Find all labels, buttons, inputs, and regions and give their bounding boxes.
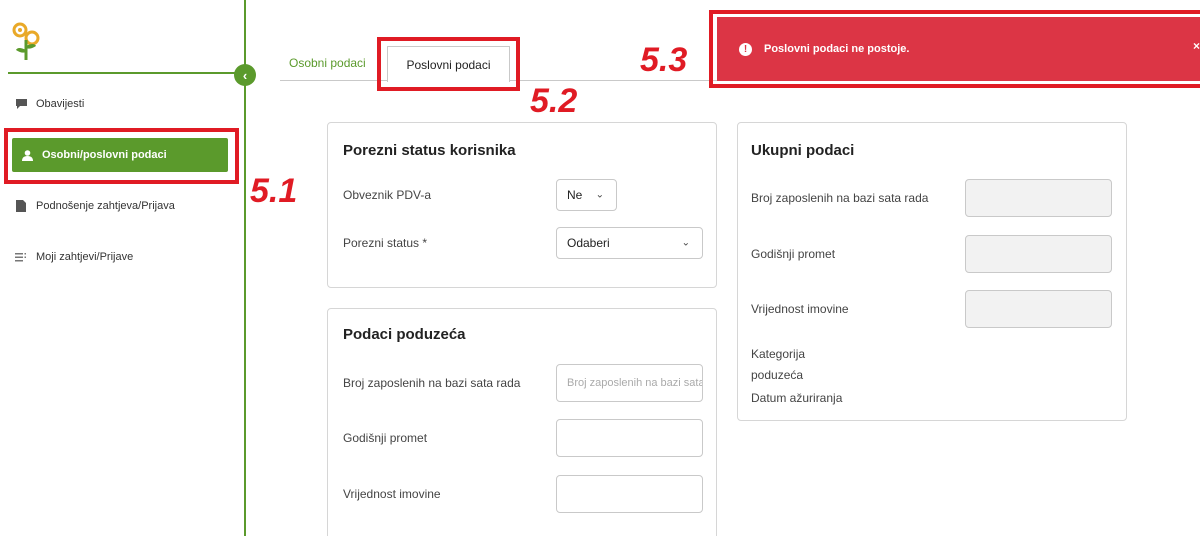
app-logo[interactable] [8, 20, 44, 62]
ukupni-imovina-label: Vrijednost imovine [751, 302, 849, 316]
sidebar-item-label: Podnošenje zahtjeva/Prijava [36, 200, 175, 212]
sidebar: Obavijesti Osobni/poslovni podaci Podnoš… [0, 0, 246, 536]
sidebar-item-moji-zahtjevi[interactable]: Moji zahtjevi/Prijave [14, 240, 234, 274]
ukupni-imovina-field [965, 290, 1112, 328]
tab-osobni-podaci[interactable]: Osobni podaci [289, 56, 366, 70]
zaposleni-input[interactable]: Broj zaposlenih na bazi sata rada [556, 364, 703, 402]
pdv-select-value: Ne [567, 188, 583, 202]
porezni-status-value: Odaberi [567, 236, 610, 250]
zaposleni-label: Broj zaposlenih na bazi sata rada [343, 376, 521, 390]
imovina-label: Vrijednost imovine [343, 487, 441, 501]
podaci-poduzeca-card: Podaci poduzeća Broj zaposlenih na bazi … [327, 308, 717, 536]
highlight-box-5-2 [377, 37, 520, 91]
pdv-label: Obveznik PDV-a [343, 188, 432, 202]
ukupni-zaposleni-label: Broj zaposlenih na bazi sata rada [751, 191, 929, 205]
zaposleni-placeholder: Broj zaposlenih na bazi sata rada [567, 377, 702, 389]
document-icon [14, 200, 28, 212]
chevron-left-icon: ‹ [242, 67, 248, 83]
sidebar-divider [8, 72, 244, 74]
ukupni-promet-label: Godišnji promet [751, 247, 836, 261]
ukupni-promet-field [965, 235, 1112, 273]
annotation-5-2: 5.2 [530, 82, 578, 120]
highlight-box-5-3 [709, 10, 1200, 88]
pdv-select[interactable]: Ne ⌄ [556, 179, 617, 211]
ukupni-zaposleni-field [965, 179, 1112, 217]
card-title: Ukupni podaci [751, 142, 855, 159]
promet-input[interactable] [556, 419, 703, 457]
chevron-down-icon: ⌄ [681, 237, 690, 249]
sidebar-item-label: Moji zahtjevi/Prijave [36, 251, 134, 263]
card-title: Porezni status korisnika [343, 142, 516, 159]
porezni-status-select[interactable]: Odaberi ⌄ [556, 227, 703, 259]
porezni-status-card: Porezni status korisnika Obveznik PDV-a … [327, 122, 717, 288]
imovina-input[interactable] [556, 475, 703, 513]
chevron-down-icon: ⌄ [595, 189, 604, 201]
sidebar-item-podnosenje[interactable]: Podnošenje zahtjeva/Prijava [14, 189, 234, 223]
annotation-5-1: 5.1 [250, 172, 298, 210]
sidebar-item-label: Obavijesti [36, 98, 85, 110]
collapse-sidebar-button[interactable]: ‹ [234, 64, 256, 86]
annotation-5-3: 5.3 [640, 41, 688, 79]
chat-icon [14, 99, 28, 109]
promet-label: Godišnji promet [343, 431, 428, 445]
porezni-status-label: Porezni status * [343, 236, 428, 250]
highlight-box-5-1 [4, 128, 239, 184]
kategorija-label-line2: poduzeća [751, 368, 804, 382]
sidebar-item-obavijesti[interactable]: Obavijesti [14, 87, 234, 121]
ukupni-podaci-card: Ukupni podaci Broj zaposlenih na bazi sa… [737, 122, 1127, 421]
kategorija-label-line1: Kategorija [751, 347, 806, 361]
card-title: Podaci poduzeća [343, 326, 466, 343]
list-icon [14, 252, 28, 262]
datum-label: Datum ažuriranja [751, 391, 843, 405]
